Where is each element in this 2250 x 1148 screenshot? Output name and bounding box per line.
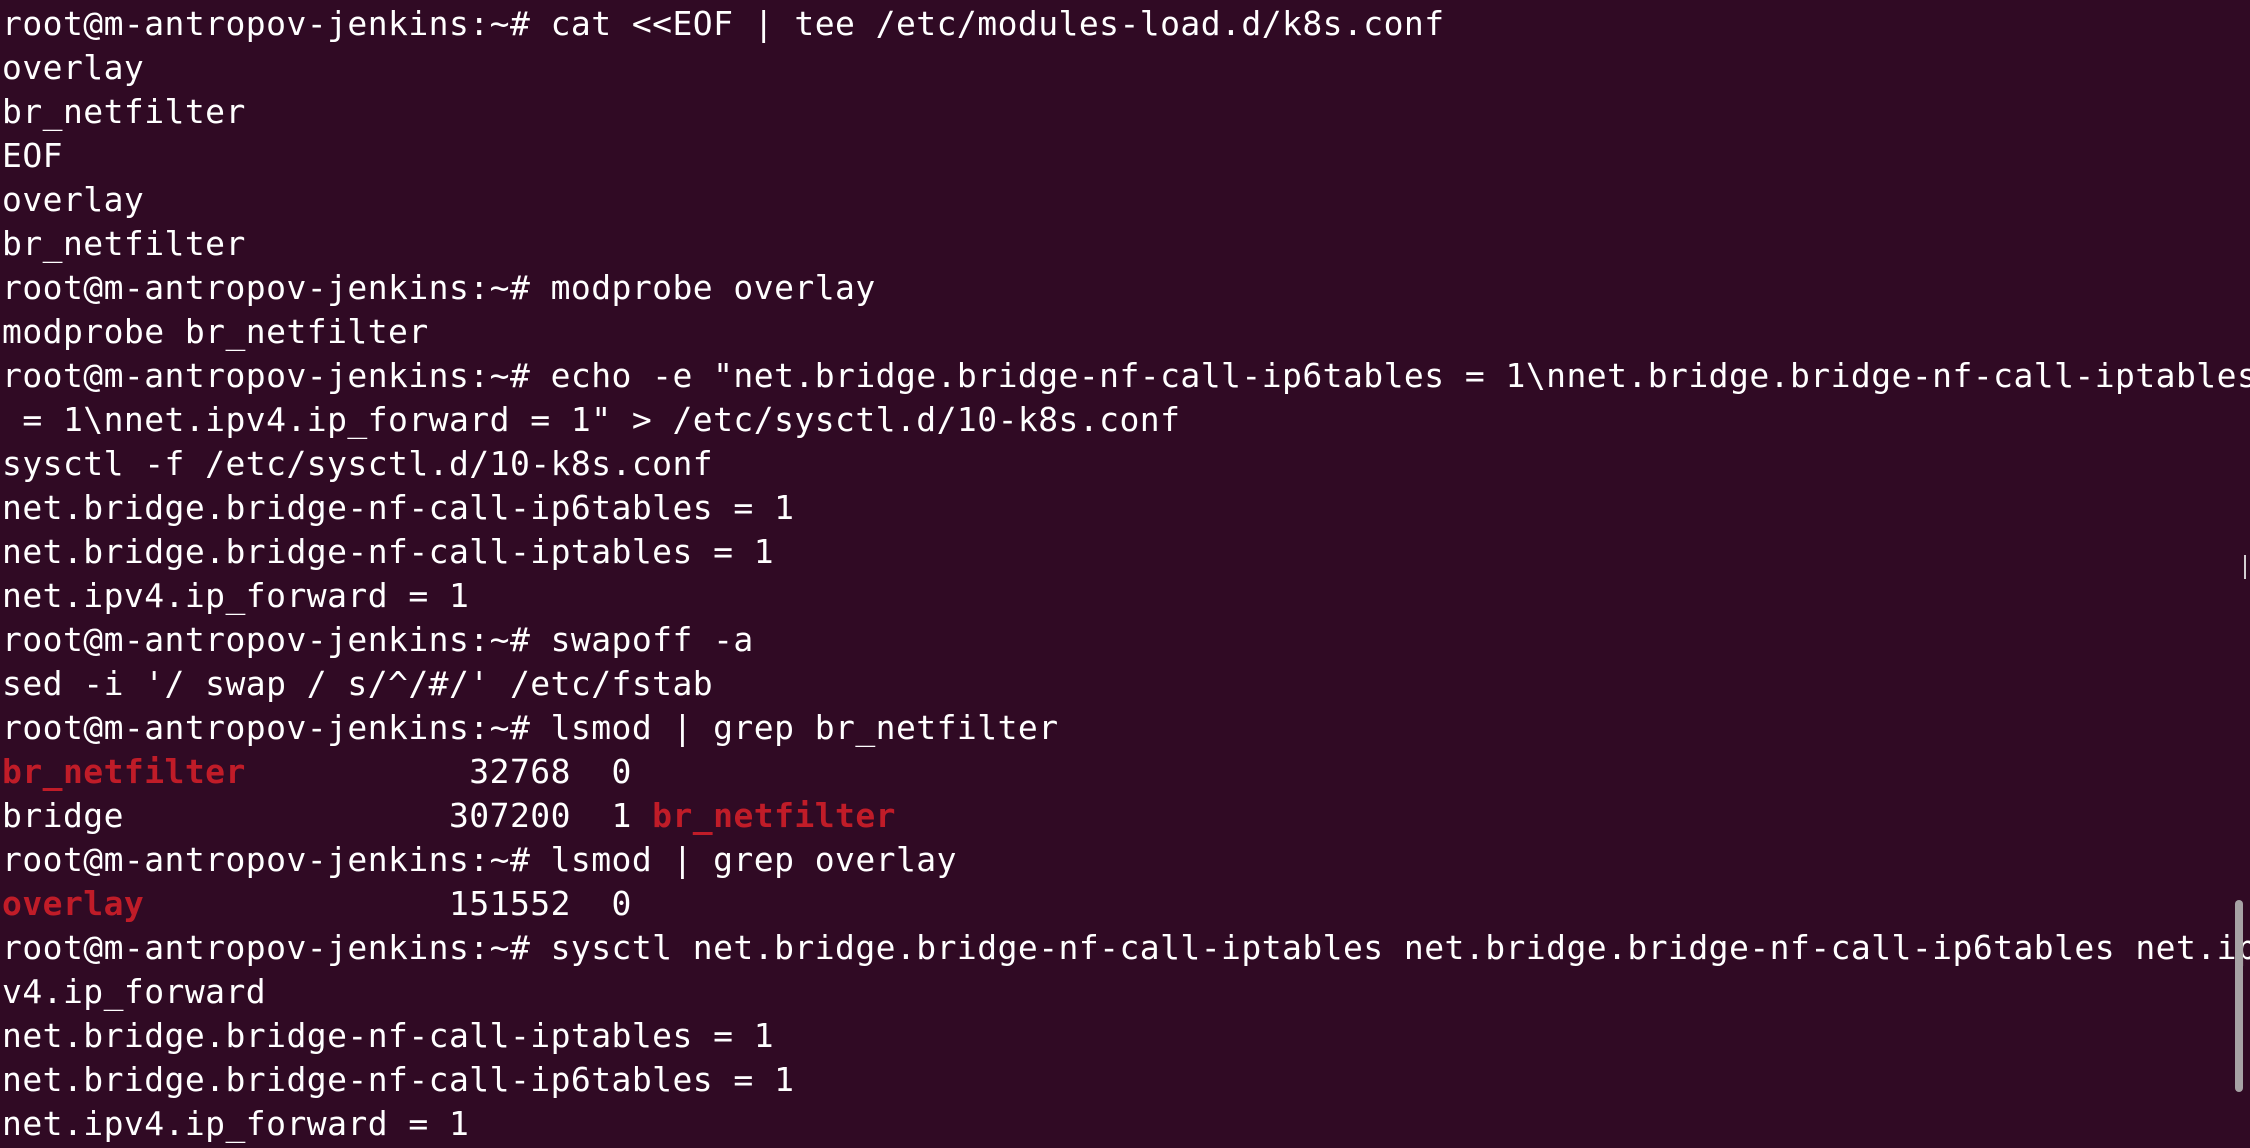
terminal-text: root@m-antropov-jenkins:~# lsmod | grep …	[2, 708, 1059, 747]
terminal-line: net.ipv4.ip_forward = 1	[2, 1102, 2250, 1146]
terminal-line: root@m-antropov-jenkins:~# sysctl net.br…	[2, 926, 2250, 970]
terminal-text: net.bridge.bridge-nf-call-iptables = 1	[2, 1016, 775, 1055]
terminal-line: bridge 307200 1 br_netfilter	[2, 794, 2250, 838]
terminal-text: bridge 307200 1	[2, 796, 653, 835]
terminal-line: overlay	[2, 46, 2250, 90]
terminal-text: root@m-antropov-jenkins:~# sysctl net.br…	[2, 928, 2250, 967]
terminal-text: sed -i '/ swap / s/^/#/' /etc/fstab	[2, 664, 714, 703]
terminal-line: root@m-antropov-jenkins:~# lsmod | grep …	[2, 838, 2250, 882]
terminal-text: root@m-antropov-jenkins:~# modprobe over…	[2, 268, 876, 307]
terminal-text: 32768 0	[245, 752, 632, 791]
terminal-window[interactable]: root@m-antropov-jenkins:~# cat <<EOF | t…	[0, 0, 2250, 1148]
terminal-line: br_netfilter 32768 0	[2, 750, 2250, 794]
terminal-text: br_netfilter	[2, 224, 246, 263]
terminal-text: br_netfilter	[2, 92, 246, 131]
terminal-text: 151552 0	[144, 884, 632, 923]
terminal-line: sed -i '/ swap / s/^/#/' /etc/fstab	[2, 662, 2250, 706]
terminal-text: root@m-antropov-jenkins:~# cat <<EOF | t…	[2, 4, 1445, 43]
terminal-line: sysctl -f /etc/sysctl.d/10-k8s.conf	[2, 442, 2250, 486]
resize-handle[interactable]	[2244, 555, 2250, 579]
terminal-line: br_netfilter	[2, 90, 2250, 134]
terminal-text: v4.ip_forward	[2, 972, 267, 1011]
terminal-text: EOF	[2, 136, 63, 175]
terminal-line: modprobe br_netfilter	[2, 310, 2250, 354]
terminal-line: net.bridge.bridge-nf-call-ip6tables = 1	[2, 486, 2250, 530]
terminal-line: root@m-antropov-jenkins:~# echo -e "net.…	[2, 354, 2250, 398]
terminal-text: overlay	[2, 48, 145, 87]
terminal-line: net.bridge.bridge-nf-call-iptables = 1	[2, 1014, 2250, 1058]
scrollbar-thumb[interactable]	[2235, 900, 2243, 1092]
terminal-text: root@m-antropov-jenkins:~# lsmod | grep …	[2, 840, 957, 879]
terminal-text: net.ipv4.ip_forward = 1	[2, 1104, 470, 1143]
terminal-text: net.ipv4.ip_forward = 1	[2, 576, 470, 615]
terminal-line: v4.ip_forward	[2, 970, 2250, 1014]
terminal-line: root@m-antropov-jenkins:~# modprobe over…	[2, 266, 2250, 310]
terminal-line: = 1\nnet.ipv4.ip_forward = 1" > /etc/sys…	[2, 398, 2250, 442]
terminal-line: br_netfilter	[2, 222, 2250, 266]
terminal-text: sysctl -f /etc/sysctl.d/10-k8s.conf	[2, 444, 714, 483]
terminal-text: = 1\nnet.ipv4.ip_forward = 1" > /etc/sys…	[2, 400, 1181, 439]
terminal-line: root@m-antropov-jenkins:~# swapoff -a	[2, 618, 2250, 662]
terminal-line: overlay	[2, 178, 2250, 222]
terminal-text: net.bridge.bridge-nf-call-ip6tables = 1	[2, 1060, 795, 1099]
terminal-text: net.bridge.bridge-nf-call-ip6tables = 1	[2, 488, 795, 527]
terminal-output[interactable]: root@m-antropov-jenkins:~# cat <<EOF | t…	[2, 2, 2250, 1146]
highlighted-match: br_netfilter	[652, 796, 896, 835]
terminal-text: root@m-antropov-jenkins:~# echo -e "net.…	[2, 356, 2250, 395]
terminal-line: EOF	[2, 134, 2250, 178]
terminal-line: net.bridge.bridge-nf-call-ip6tables = 1	[2, 1058, 2250, 1102]
highlighted-match: overlay	[2, 884, 145, 923]
terminal-line: overlay 151552 0	[2, 882, 2250, 926]
terminal-line: root@m-antropov-jenkins:~# cat <<EOF | t…	[2, 2, 2250, 46]
terminal-text: modprobe br_netfilter	[2, 312, 429, 351]
terminal-text: net.bridge.bridge-nf-call-iptables = 1	[2, 532, 775, 571]
highlighted-match: br_netfilter	[2, 752, 246, 791]
terminal-line: net.bridge.bridge-nf-call-iptables = 1	[2, 530, 2250, 574]
terminal-text: root@m-antropov-jenkins:~# swapoff -a	[2, 620, 754, 659]
terminal-text: overlay	[2, 180, 145, 219]
terminal-line: net.ipv4.ip_forward = 1	[2, 574, 2250, 618]
terminal-line: root@m-antropov-jenkins:~# lsmod | grep …	[2, 706, 2250, 750]
